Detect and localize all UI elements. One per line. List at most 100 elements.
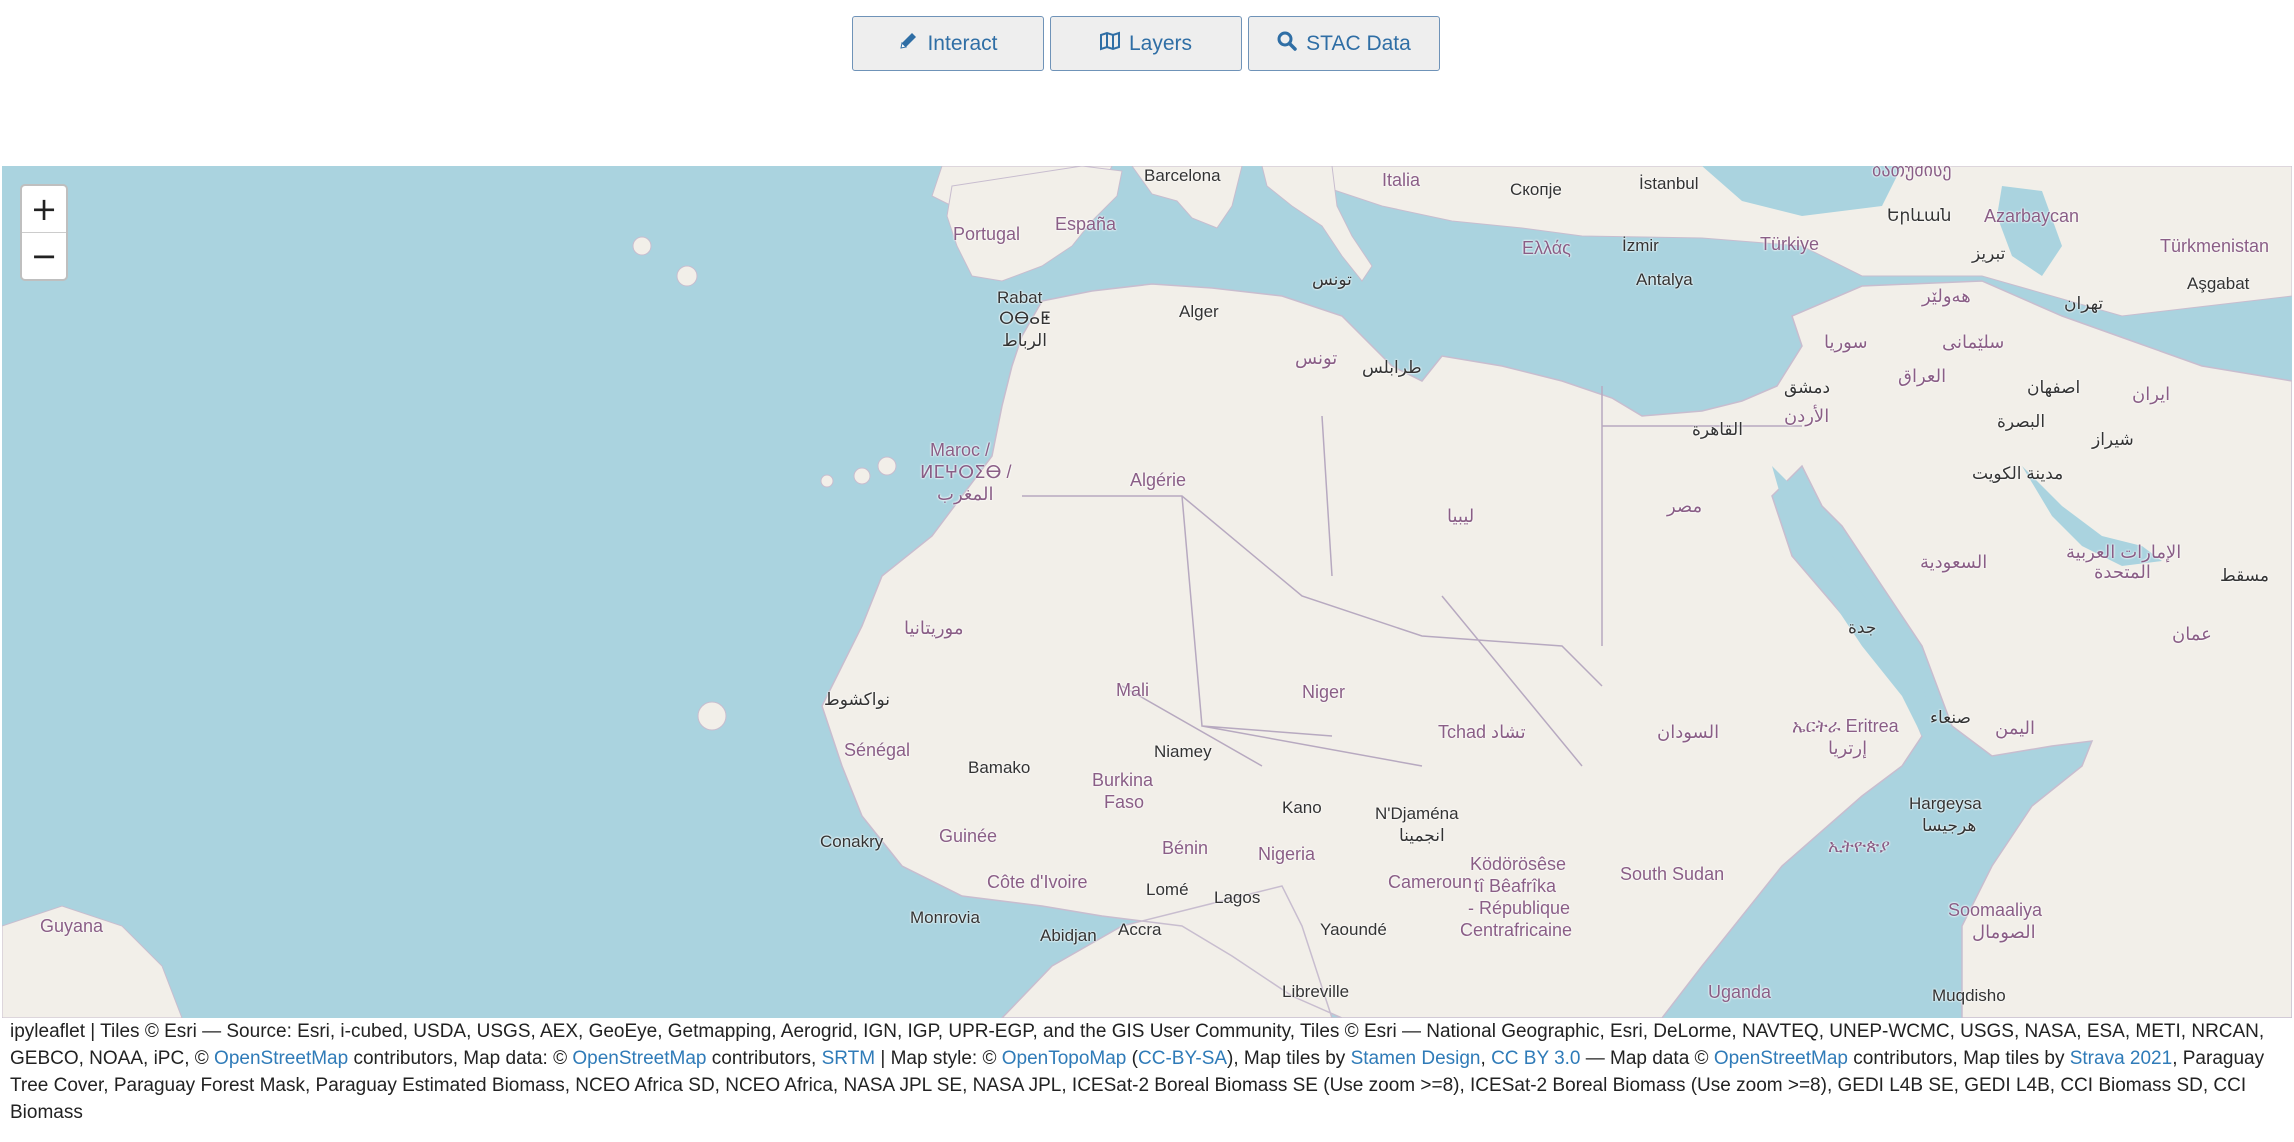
map-label: Niamey xyxy=(1154,742,1212,761)
map-label: Portugal xyxy=(953,224,1021,244)
attribution-text: ( xyxy=(1126,1048,1138,1069)
map-label: Bénin xyxy=(1162,838,1209,858)
map-label: القاهرة xyxy=(1692,420,1743,439)
map-label: Centrafricaine xyxy=(1460,920,1573,940)
stac-data-button[interactable]: STAC Data xyxy=(1248,16,1440,71)
map-label: ایران xyxy=(2132,384,2171,404)
map-label: tî Bêafrîka xyxy=(1474,876,1557,896)
map-label: ბათუმისე xyxy=(1872,166,1952,180)
map-label: سلێمانی xyxy=(1942,332,2005,352)
map-label: Ködörösêse xyxy=(1470,854,1567,874)
map-label: Conakry xyxy=(820,832,884,851)
cc-by-link[interactable]: CC BY 3.0 xyxy=(1491,1048,1580,1069)
zoom-in-button[interactable]: + xyxy=(22,186,66,232)
map-label: تونس xyxy=(1312,270,1352,289)
map-label: تبریز xyxy=(1972,244,2006,263)
map-label: نواكشوط xyxy=(824,690,890,709)
map-label: Libreville xyxy=(1282,982,1350,1001)
interact-button[interactable]: Interact xyxy=(852,16,1044,71)
strava-link[interactable]: Strava 2021 xyxy=(2070,1048,2172,1069)
map-label: تهران xyxy=(2064,294,2104,313)
layers-button[interactable]: Layers xyxy=(1050,16,1242,71)
attribution-text: contributors, xyxy=(706,1048,822,1069)
search-icon xyxy=(1277,31,1297,57)
map-label: صنعاء xyxy=(1930,708,1971,727)
stac-data-label: STAC Data xyxy=(1306,31,1411,55)
map-label: الإمارات العربية xyxy=(2066,542,2182,562)
map-label: Cameroun xyxy=(1388,872,1473,892)
map-label: Guyana xyxy=(40,916,104,936)
map-label: الأردن xyxy=(1784,406,1830,426)
cc-by-sa-link[interactable]: CC-BY-SA xyxy=(1138,1048,1227,1069)
map-label: Barcelona xyxy=(1144,166,1221,185)
map-label: Rabat xyxy=(997,288,1043,307)
map-label: South Sudan xyxy=(1620,864,1725,884)
map-label: Antalya xyxy=(1636,270,1693,289)
map-label: Lomé xyxy=(1146,880,1189,899)
map-label: İzmir xyxy=(1622,236,1659,255)
map-attribution: ipyleaflet | Tiles © Esri — Source: Esri… xyxy=(10,1018,2284,1126)
map-label: Burkina xyxy=(1092,770,1154,790)
zoom-out-button[interactable]: − xyxy=(22,232,66,279)
map-label: طرابلس xyxy=(1362,358,1422,377)
map-icon xyxy=(1099,31,1120,57)
map-label: سوريا xyxy=(1824,332,1868,352)
map-label: مصر xyxy=(1667,496,1703,516)
interact-label: Interact xyxy=(927,31,998,55)
attribution-text: — Map data © xyxy=(1580,1048,1714,1069)
map-label: العراق xyxy=(1898,366,1947,386)
map[interactable]: + − Barcelona Italia Скопје İstanbul ბათ… xyxy=(2,166,2292,1018)
zoom-control: + − xyxy=(20,184,68,281)
map-label: إرتريا xyxy=(1828,738,1868,758)
map-label: Algérie xyxy=(1130,470,1187,490)
map-label: تونس xyxy=(1295,348,1338,368)
map-label: Nigeria xyxy=(1258,844,1316,864)
map-label: Türkiye xyxy=(1760,234,1820,254)
map-label: Abidjan xyxy=(1040,926,1097,945)
map-label: ليبيا xyxy=(1447,506,1475,526)
map-label: ⵔⴱⴰⵟ xyxy=(999,309,1051,328)
map-label: Lagos xyxy=(1214,888,1261,907)
opentopomap-link[interactable]: OpenTopoMap xyxy=(1002,1048,1127,1069)
osm-link[interactable]: OpenStreetMap xyxy=(1714,1048,1848,1069)
map-label: Uganda xyxy=(1708,982,1772,1002)
map-label: ⵍⵎⵖⵔⵉⴱ / xyxy=(920,462,1012,482)
map-label: اصفهان xyxy=(2027,378,2081,397)
map-label: موريتانيا xyxy=(904,618,964,638)
attribution-text: contributors, Map tiles by xyxy=(1847,1048,2070,1069)
srtm-link[interactable]: SRTM xyxy=(822,1048,875,1069)
map-label: N'Djaména xyxy=(1375,804,1459,823)
map-label: Mali xyxy=(1116,680,1150,700)
map-label: Italia xyxy=(1382,170,1421,190)
map-label: Muqdisho xyxy=(1932,986,2006,1005)
attribution-text: , xyxy=(1480,1048,1492,1069)
attribution-text: ), Map tiles by xyxy=(1227,1048,1351,1069)
map-label: السعودية xyxy=(1920,552,1988,572)
map-label: España xyxy=(1055,214,1117,234)
map-label: شیراز xyxy=(2092,430,2134,449)
map-label: المغرب xyxy=(937,484,994,504)
map-label: السودان xyxy=(1657,722,1720,742)
map-label: الصومال xyxy=(1972,922,2036,942)
map-label: Faso xyxy=(1104,792,1145,812)
osm-link[interactable]: OpenStreetMap xyxy=(572,1048,706,1069)
map-label: Maroc / xyxy=(930,440,991,460)
map-label: ኢትዮጵያ xyxy=(1828,836,1891,856)
map-label: Sénégal xyxy=(844,740,911,760)
stamen-link[interactable]: Stamen Design xyxy=(1351,1048,1481,1069)
map-label: Երևան xyxy=(1887,206,1952,225)
map-label: اليمن xyxy=(1995,718,2036,738)
map-label: Guinée xyxy=(939,826,998,846)
osm-link[interactable]: OpenStreetMap xyxy=(214,1048,348,1069)
map-label: عمان xyxy=(2172,624,2212,644)
layers-label: Layers xyxy=(1128,31,1193,55)
map-label: Yaoundé xyxy=(1320,920,1387,939)
map-label: المتحدة xyxy=(2094,562,2151,582)
map-label: Niger xyxy=(1302,682,1346,702)
map-label: Hargeysa xyxy=(1909,794,1982,813)
toolbar: Interact Layers STAC Data xyxy=(852,16,1440,71)
map-label: Côte d'Ivoire xyxy=(987,872,1088,892)
map-label: Aşgabat xyxy=(2187,274,2250,293)
map-label: Скопје xyxy=(1510,180,1562,199)
map-label: مسقط xyxy=(2220,566,2270,585)
